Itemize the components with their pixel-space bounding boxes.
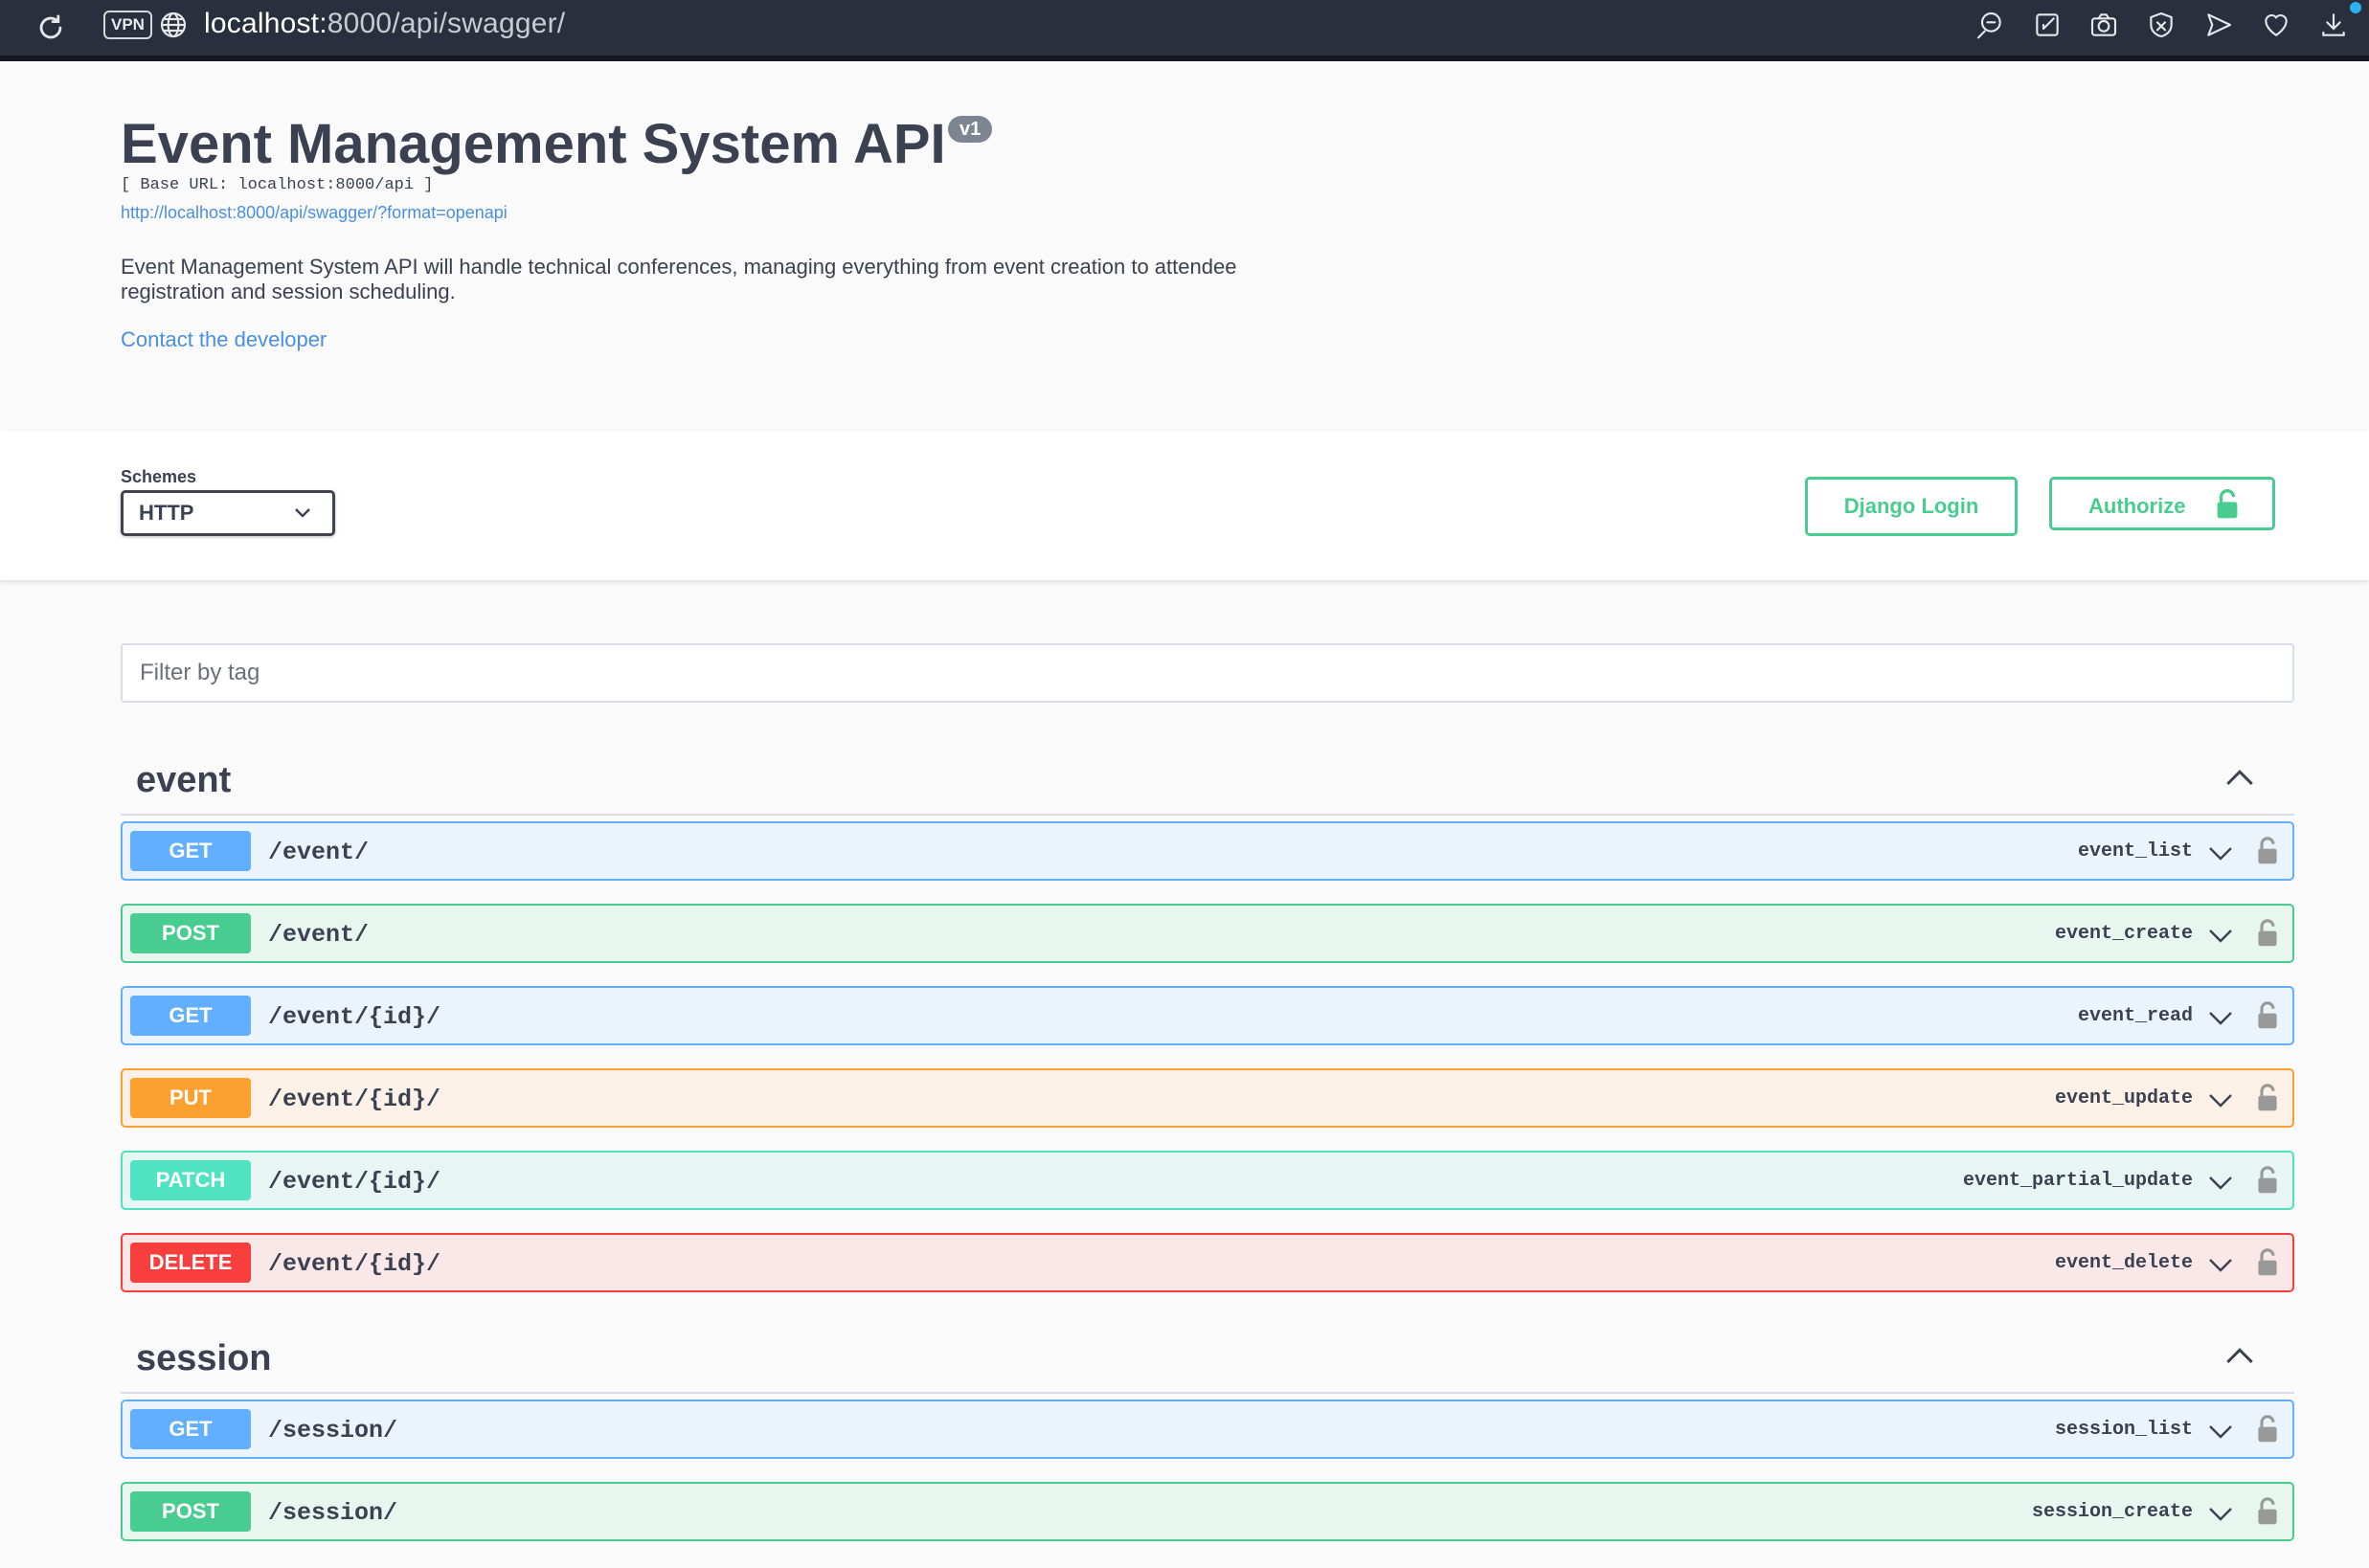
operation-path: /event/{id}/	[268, 1168, 441, 1196]
browser-toolbar: VPN localhost:8000/api/swagger/	[0, 0, 2369, 61]
api-description: Event Management System API will handle …	[121, 255, 1237, 303]
base-url: [ Base URL: localhost:8000/api ]	[121, 176, 434, 194]
unlock-icon[interactable]	[2256, 1166, 2279, 1195]
schemes-select[interactable]: HTTP	[121, 490, 335, 536]
authorize-button[interactable]: Authorize	[2049, 477, 2275, 530]
heart-icon[interactable]	[2261, 10, 2291, 40]
operation-id: event_update	[2054, 1087, 2193, 1109]
chevron-up-icon[interactable]	[2225, 1346, 2254, 1365]
globe-icon	[160, 11, 187, 38]
tag-header-event[interactable]: event	[121, 745, 2294, 816]
method-badge: PATCH	[130, 1160, 251, 1200]
operation-path: /session/	[268, 1417, 398, 1445]
operation-id: event_partial_update	[1962, 1170, 2193, 1192]
unlock-icon[interactable]	[2256, 1001, 2279, 1030]
schemes-label: Schemes	[121, 467, 197, 486]
operation-path: /event/	[268, 839, 370, 866]
shield-block-icon[interactable]	[2146, 10, 2177, 40]
method-badge: PUT	[130, 1078, 251, 1118]
unlock-icon	[2217, 489, 2238, 519]
method-badge: POST	[130, 913, 251, 953]
chevron-down-icon	[2209, 847, 2232, 861]
operation-path: /event/{id}/	[268, 1250, 441, 1278]
operation-id: session_create	[2031, 1501, 2193, 1523]
version-badge: v1	[948, 116, 993, 143]
download-indicator	[2350, 2, 2361, 13]
edit-icon[interactable]	[2032, 10, 2063, 40]
filter-by-tag-input[interactable]: Filter by tag	[121, 643, 2294, 703]
vpn-badge[interactable]: VPN	[103, 11, 152, 39]
operation-row[interactable]: GET/event/{id}/ event_read	[121, 986, 2294, 1045]
operation-path: /event/{id}/	[268, 1086, 441, 1113]
operation-id: event_delete	[2054, 1252, 2193, 1274]
scheme-container: Schemes HTTP Django Login Authorize	[0, 431, 2369, 580]
operation-path: /event/{id}/	[268, 1003, 441, 1031]
chevron-down-icon	[2209, 1425, 2232, 1439]
contact-link[interactable]: Contact the developer	[121, 327, 327, 352]
operation-row[interactable]: POST/event/event_create	[121, 904, 2294, 963]
address-bar[interactable]: localhost:8000/api/swagger/	[204, 5, 565, 43]
spec-link[interactable]: http://localhost:8000/api/swagger/?forma…	[121, 203, 508, 223]
chevron-down-icon	[2209, 1176, 2232, 1190]
operation-id: event_create	[2054, 923, 2193, 945]
zoom-out-icon[interactable]	[1974, 10, 2005, 40]
operation-path: /event/	[268, 921, 370, 949]
download-icon[interactable]	[2318, 10, 2349, 40]
url-path: 8000/api/swagger/	[327, 8, 566, 39]
tag-name: session	[136, 1338, 272, 1378]
method-badge: GET	[130, 831, 251, 871]
method-badge: GET	[130, 1409, 251, 1449]
page-title: Event Management System API	[121, 113, 946, 175]
chevron-down-icon	[295, 508, 310, 518]
chevron-down-icon	[2209, 1094, 2232, 1108]
operation-id: event_list	[2077, 840, 2193, 862]
operation-row[interactable]: PATCH/event/{id}/ event_partial_update	[121, 1151, 2294, 1210]
unlock-icon[interactable]	[2256, 837, 2279, 865]
chevron-down-icon	[2209, 1259, 2232, 1272]
django-login-button[interactable]: Django Login	[1805, 477, 2018, 536]
operation-id: session_list	[2054, 1419, 2193, 1441]
api-info: Event Management System API v1 [ Base UR…	[121, 113, 1365, 351]
tag-header-session[interactable]: session	[121, 1323, 2294, 1394]
tag-name: event	[136, 760, 232, 800]
operation-row[interactable]: DELETE/event/{id}/ event_delete	[121, 1233, 2294, 1292]
operation-row[interactable]: POST/session/session_create	[121, 1482, 2294, 1541]
operation-path: /session/	[268, 1499, 398, 1527]
schemes-selected-value: HTTP	[139, 501, 194, 525]
method-badge: GET	[130, 996, 251, 1036]
send-icon[interactable]	[2203, 10, 2234, 40]
operation-id: event_read	[2077, 1005, 2193, 1027]
unlock-icon[interactable]	[2256, 1084, 2279, 1112]
unlock-icon[interactable]	[2256, 1497, 2279, 1526]
method-badge: DELETE	[130, 1243, 251, 1283]
operation-row[interactable]: GET/session/session_list	[121, 1400, 2294, 1459]
reload-icon[interactable]	[34, 11, 67, 44]
chevron-down-icon	[2209, 1012, 2232, 1025]
url-host: localhost:	[204, 8, 327, 39]
operation-row[interactable]: GET/event/event_list	[121, 821, 2294, 881]
chevron-down-icon	[2209, 1508, 2232, 1521]
authorize-label: Authorize	[2088, 494, 2186, 518]
chevron-down-icon	[2209, 930, 2232, 943]
unlock-icon[interactable]	[2256, 1415, 2279, 1444]
unlock-icon[interactable]	[2256, 919, 2279, 948]
operation-row[interactable]: PUT/event/{id}/ event_update	[121, 1068, 2294, 1128]
method-badge: POST	[130, 1491, 251, 1532]
unlock-icon[interactable]	[2256, 1248, 2279, 1277]
chevron-up-icon[interactable]	[2225, 768, 2254, 787]
camera-icon[interactable]	[2088, 10, 2119, 40]
